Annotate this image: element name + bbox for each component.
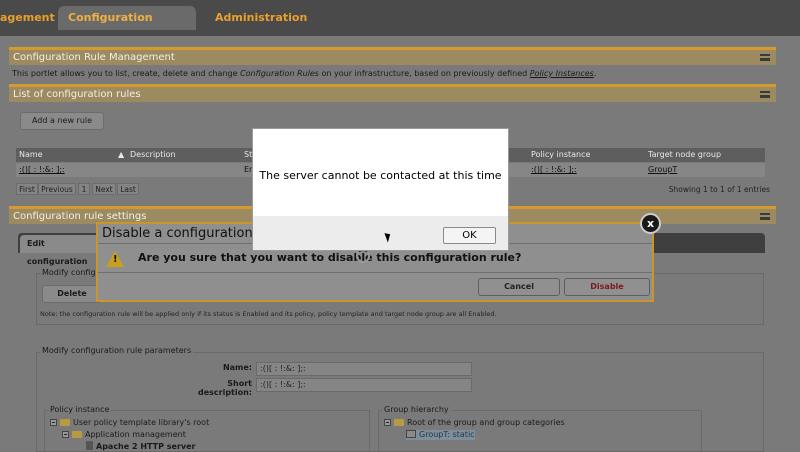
intro-text: This portlet allows you to list, create,… bbox=[12, 69, 241, 78]
tree-item-policy-root[interactable]: User policy template library's root bbox=[50, 418, 209, 428]
tree-label: User policy template library's root bbox=[73, 418, 210, 427]
name-label: Name: bbox=[222, 363, 252, 372]
short-description-label: Short description: bbox=[197, 379, 252, 397]
pager-page-1[interactable]: 1 bbox=[78, 183, 90, 195]
delete-button[interactable]: Delete bbox=[42, 285, 102, 303]
dialog-message: Are you sure that you want to disable th… bbox=[138, 251, 522, 264]
name-input[interactable]: :()[ : !:&: ];: bbox=[256, 362, 472, 376]
column-policy-instance[interactable]: Policy instance bbox=[531, 148, 590, 162]
collapse-icon[interactable] bbox=[50, 419, 57, 426]
intro-text-mid: on your infrastructure, based on previou… bbox=[318, 69, 530, 78]
tree-item-groupt[interactable]: GroupT: static bbox=[406, 430, 475, 440]
ok-button[interactable]: OK bbox=[443, 227, 496, 244]
folder-icon bbox=[394, 419, 404, 426]
tree-label: GroupT: static bbox=[419, 430, 475, 439]
loading-spinner-icon bbox=[356, 249, 370, 263]
tree-label: Root of the group and group categories bbox=[407, 418, 565, 427]
menu-icon[interactable] bbox=[760, 213, 770, 220]
menu-icon[interactable] bbox=[760, 91, 770, 98]
warning-icon: ! bbox=[106, 251, 124, 267]
disable-button[interactable]: Disable bbox=[564, 278, 650, 296]
settings-title: Configuration rule settings bbox=[13, 211, 147, 222]
modal-footer: OK bbox=[253, 216, 508, 250]
collapse-icon[interactable] bbox=[384, 419, 391, 426]
policy-instance-legend: Policy instance bbox=[48, 405, 112, 414]
policy-instances-link[interactable]: Policy Instances bbox=[530, 69, 594, 78]
top-nav: agement Configuration Management Adminis… bbox=[0, 0, 800, 48]
tab-node-management[interactable]: agement bbox=[0, 6, 55, 30]
node-group-icon bbox=[406, 430, 416, 438]
column-description[interactable]: Description bbox=[130, 148, 176, 162]
cancel-button[interactable]: Cancel bbox=[478, 278, 560, 296]
menu-icon[interactable] bbox=[760, 54, 770, 61]
tree-item-application-management[interactable]: Application management bbox=[62, 430, 186, 440]
sort-icon[interactable]: ▲ bbox=[118, 148, 124, 162]
intro-emphasis: Configuration Rules bbox=[240, 69, 319, 78]
close-icon[interactable]: x bbox=[640, 213, 661, 234]
tab-edit-configuration[interactable]: Edit configuration bbox=[20, 235, 100, 266]
short-description-input[interactable]: :()[ : !:&: ];: bbox=[256, 378, 472, 392]
pager-last[interactable]: Last bbox=[117, 183, 139, 195]
intro-suffix: . bbox=[593, 69, 597, 78]
pager-first[interactable]: First bbox=[16, 183, 38, 195]
rule-list-title: List of configuration rules bbox=[13, 89, 141, 100]
tab-administration[interactable]: Administration bbox=[205, 6, 307, 30]
rule-list-header: List of configuration rules bbox=[9, 84, 776, 102]
row-policy-instance-link[interactable]: :()[ : !:&: ];: bbox=[531, 163, 577, 177]
row-target-group-link[interactable]: GroupT bbox=[648, 163, 677, 177]
rule-management-title: Configuration Rule Management bbox=[13, 52, 175, 63]
folder-icon bbox=[60, 419, 70, 426]
tree-label: Application management bbox=[85, 430, 186, 439]
entries-count: Showing 1 to 1 of 1 entries bbox=[668, 185, 770, 194]
pager-next[interactable]: Next bbox=[92, 183, 116, 195]
policy-template-icon bbox=[86, 441, 93, 450]
error-message: The server cannot be contacted at this t… bbox=[259, 169, 502, 182]
dialog-footer: Cancel Disable bbox=[98, 272, 652, 300]
params-legend: Modify configuration rule parameters bbox=[40, 346, 194, 355]
group-hierarchy-legend: Group hierarchy bbox=[382, 405, 451, 414]
pager-previous[interactable]: Previous bbox=[38, 183, 76, 195]
settings-note: Note: the configuration rule will be app… bbox=[40, 310, 497, 318]
modal-body: The server cannot be contacted at this t… bbox=[253, 129, 508, 216]
collapse-icon[interactable] bbox=[62, 431, 69, 438]
column-target-group[interactable]: Target node group bbox=[648, 148, 721, 162]
column-status[interactable]: St bbox=[244, 148, 252, 162]
tab-configuration-management[interactable]: Configuration Management bbox=[58, 6, 196, 48]
tree-item-apache[interactable]: Apache 2 HTTP server bbox=[86, 441, 195, 452]
rule-management-header: Configuration Rule Management bbox=[9, 47, 776, 65]
folder-icon bbox=[72, 431, 82, 438]
tree-item-group-root[interactable]: Root of the group and group categories bbox=[384, 418, 565, 428]
row-name-link[interactable]: :()[ : !:&: ];: bbox=[19, 163, 65, 177]
rule-management-intro: This portlet allows you to list, create,… bbox=[12, 69, 596, 78]
server-error-modal: The server cannot be contacted at this t… bbox=[252, 128, 509, 251]
tree-label: Apache 2 HTTP server bbox=[96, 442, 196, 451]
add-rule-button[interactable]: Add a new rule bbox=[20, 112, 104, 130]
column-name[interactable]: Name bbox=[19, 148, 43, 162]
